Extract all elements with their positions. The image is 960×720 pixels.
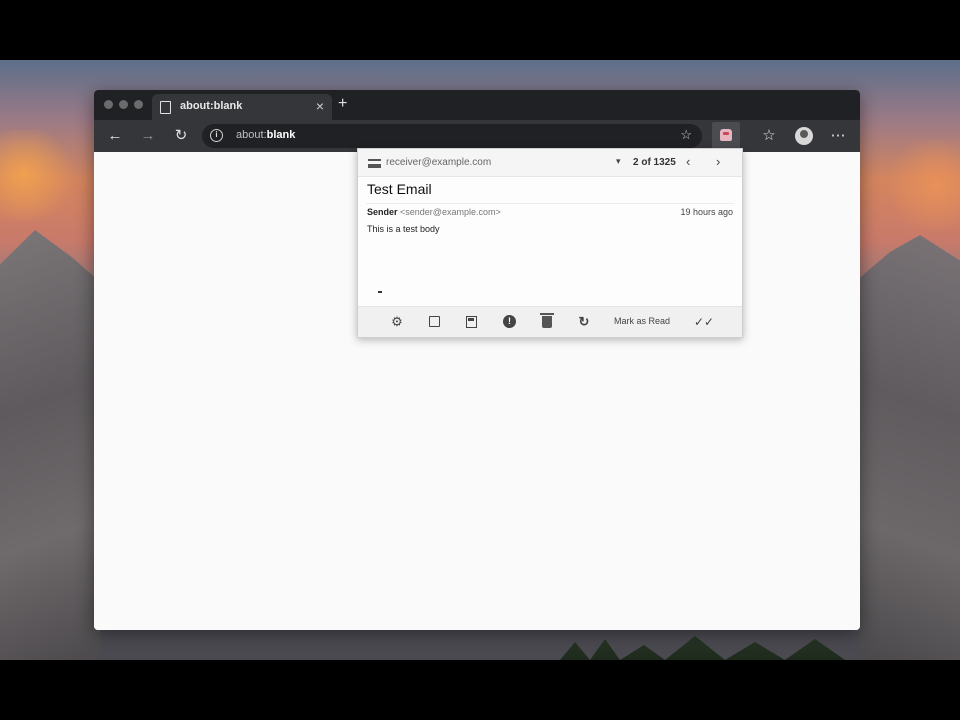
reload-button[interactable]: ↻: [170, 126, 192, 146]
window-close-dot[interactable]: [104, 100, 113, 109]
sender-name: Sender: [367, 207, 398, 217]
forward-button[interactable]: →: [137, 126, 159, 146]
action-bar: ⚙ ! ↻ Mark as Read ✓✓: [358, 306, 742, 337]
divider: [366, 203, 734, 204]
open-tab-icon[interactable]: [429, 316, 440, 327]
gear-icon[interactable]: ⚙: [389, 314, 405, 330]
profile-avatar[interactable]: [795, 127, 813, 145]
trash-icon[interactable]: [540, 313, 554, 328]
message-counter: 2 of 1325: [633, 157, 676, 168]
tab-close-icon[interactable]: ×: [316, 98, 324, 114]
trees: [560, 636, 845, 660]
popup-header: receiver@example.com ▾ 2 of 1325 ‹ ›: [358, 149, 742, 177]
spam-icon[interactable]: !: [503, 315, 516, 328]
tab-title: about:blank: [180, 100, 243, 112]
mark-as-read-button[interactable]: Mark as Read: [614, 316, 670, 326]
bookmarks-icon[interactable]: ☆: [758, 126, 780, 146]
url-scheme: about:: [236, 129, 267, 141]
mountain-right: [860, 235, 960, 660]
sender-row: Sender <sender@example.com>: [367, 207, 501, 217]
text-cursor: [378, 291, 382, 293]
back-button[interactable]: ←: [104, 126, 126, 146]
account-email[interactable]: receiver@example.com: [386, 157, 491, 168]
received-time: 19 hours ago: [680, 207, 733, 217]
address-bar[interactable]: i about:blank ☆: [202, 124, 702, 148]
sender-email: <sender@example.com>: [400, 207, 501, 217]
mail-extension-icon: [720, 129, 732, 141]
bookmark-star-icon[interactable]: ☆: [680, 127, 692, 143]
title-bar: about:blank × +: [94, 90, 860, 120]
archive-icon[interactable]: [466, 316, 477, 328]
menu-icon[interactable]: ⋯: [827, 126, 849, 146]
next-message-button[interactable]: ›: [716, 154, 720, 169]
new-tab-button[interactable]: +: [338, 95, 347, 113]
email-subject: Test Email: [367, 181, 432, 197]
info-icon[interactable]: i: [210, 129, 223, 142]
page-icon: [160, 101, 171, 114]
window-maximize-dot[interactable]: [134, 100, 143, 109]
email-body: This is a test body: [367, 224, 440, 234]
url-host: blank: [266, 129, 296, 141]
mountain-left: [0, 230, 100, 660]
window-minimize-dot[interactable]: [119, 100, 128, 109]
mail-extension-button[interactable]: [712, 122, 740, 150]
refresh-icon[interactable]: ↻: [576, 314, 592, 330]
hamburger-icon[interactable]: [368, 159, 381, 168]
letterbox-bottom: [0, 660, 960, 720]
tab-about-blank[interactable]: about:blank ×: [152, 94, 332, 120]
letterbox-top: [0, 0, 960, 60]
mark-all-read-icon[interactable]: ✓✓: [694, 314, 714, 330]
mail-popup: receiver@example.com ▾ 2 of 1325 ‹ › Tes…: [357, 148, 743, 338]
prev-message-button[interactable]: ‹: [686, 154, 690, 169]
url-text: about:blank: [236, 129, 295, 141]
sky-glow-left: [0, 130, 80, 220]
sky-glow-right: [880, 140, 960, 230]
account-dropdown-icon[interactable]: ▾: [616, 156, 621, 167]
